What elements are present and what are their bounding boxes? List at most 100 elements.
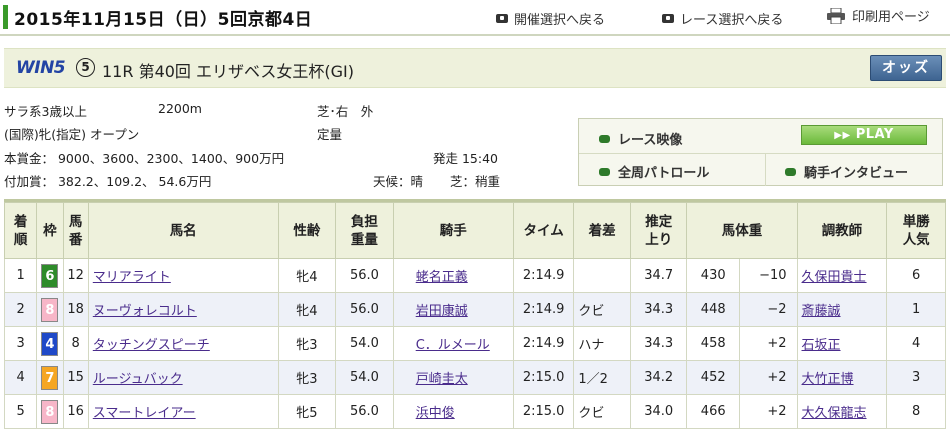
waku-badge: 4 <box>41 331 59 356</box>
cell-rank: 3 <box>3 326 38 361</box>
header-divider <box>0 34 950 36</box>
cell-body-weight: 452 <box>686 360 740 395</box>
jockey-name-link[interactable]: 浜中俊 <box>416 406 455 421</box>
odds-button[interactable]: オッズ <box>870 55 942 81</box>
header-sexage: 性齢 <box>277 202 337 259</box>
header-umaban: 馬番 <box>62 202 89 259</box>
cell-umaban: 12 <box>62 258 89 293</box>
cell-pop: 4 <box>886 326 946 361</box>
arrow-box-icon <box>496 14 508 23</box>
cell-weight: 54.0 <box>335 326 394 361</box>
cell-horse: マリアライト <box>87 258 279 293</box>
cell-waku: 4 <box>36 326 64 361</box>
cell-horse: ルージュバック <box>87 360 279 395</box>
media-panel: レース映像 ▶▶ PLAY 全周パトロール 騎手インタビュー <box>578 118 943 186</box>
table-row: 4 7 15 ルージュバック 牝3 54.0 戸崎圭太 2:15.0 1／2 34.2 452 +2 大… <box>3 360 946 395</box>
race-name: 11R 第40回 エリザベス女王杯(GI) <box>102 62 354 81</box>
waku-badge: 7 <box>41 365 59 390</box>
header-horse: 馬名 <box>87 202 279 259</box>
arrow-box-icon <box>662 14 674 23</box>
cell-umaban: 8 <box>62 326 89 361</box>
win5-leg-badge: 5 <box>76 58 95 77</box>
race-distance: 2200m <box>158 101 202 116</box>
cell-weight: 56.0 <box>335 258 394 293</box>
header-rank: 着順 <box>3 202 38 259</box>
cell-waku: 7 <box>36 360 64 395</box>
header-weight: 負担重量 <box>335 202 394 259</box>
table-row: 1 6 12 マリアライト 牝4 56.0 蛯名正義 2:14.9 34.7 430 −10 久保田貴… <box>3 258 946 293</box>
table-row: 3 4 8 タッチングスピーチ 牝3 54.0 C．ルメール 2:14.9 ハナ 34.3 458 +… <box>3 326 946 361</box>
play-button[interactable]: ▶▶ PLAY <box>801 125 927 145</box>
race-restriction: (国際)牝(指定) オープン <box>4 127 140 142</box>
cell-last3f: 34.2 <box>629 360 688 395</box>
track-condition: 芝：稍重 <box>450 174 501 189</box>
video-icon <box>599 134 610 143</box>
trainer-name-link[interactable]: 大久保龍志 <box>802 406 867 421</box>
header-time: タイム <box>512 202 575 259</box>
cell-time: 2:15.0 <box>512 360 575 395</box>
table-row: 5 8 16 スマートレイアー 牝5 56.0 浜中俊 2:15.0 クビ 34.0 466 +2 大久… <box>3 394 946 429</box>
horse-name-link[interactable]: ルージュバック <box>93 372 183 387</box>
cell-time: 2:15.0 <box>512 394 575 429</box>
cell-jockey: C．ルメール <box>392 326 514 361</box>
jockey-name-link[interactable]: 戸崎圭太 <box>416 372 468 387</box>
cell-trainer: 斎藤誠 <box>796 292 888 327</box>
cell-time: 2:14.9 <box>512 258 575 293</box>
cell-jockey: 浜中俊 <box>392 394 514 429</box>
waku-badge: 8 <box>41 297 59 322</box>
cell-sexage: 牝4 <box>277 258 337 293</box>
cell-waku: 6 <box>36 258 64 293</box>
jockey-interview-label: 騎手インタビュー <box>804 166 909 181</box>
race-video-link[interactable]: レース映像 <box>599 129 682 148</box>
cell-pop: 3 <box>886 360 946 395</box>
cell-time: 2:14.9 <box>512 326 575 361</box>
race-start-time: 発走 15:40 <box>433 151 498 166</box>
trainer-name-link[interactable]: 石坂正 <box>802 338 841 353</box>
cell-horse: ヌーヴォレコルト <box>87 292 279 327</box>
cell-last3f: 34.0 <box>629 394 688 429</box>
cell-body-weight: 458 <box>686 326 740 361</box>
race-class: サラ系3歳以上 <box>4 104 87 119</box>
cell-weight-diff: −2 <box>738 292 798 327</box>
horse-name-link[interactable]: タッチングスピーチ <box>93 338 210 353</box>
cell-trainer: 石坂正 <box>796 326 888 361</box>
cell-body-weight: 430 <box>686 258 740 293</box>
cell-rank: 4 <box>3 360 38 395</box>
header-last3f: 推定上り <box>629 202 688 259</box>
race-course: 芝･右 外 <box>317 104 374 119</box>
cell-body-weight: 466 <box>686 394 740 429</box>
cell-pop: 8 <box>886 394 946 429</box>
results-table: 着順 枠 馬番 馬名 性齢 負担重量 騎手 タイム 着差 推定上り 馬体重 調教… <box>3 202 946 429</box>
cell-body-weight: 448 <box>686 292 740 327</box>
patrol-video-link[interactable]: 全周パトロール <box>599 162 709 181</box>
back-to-meeting-label: 開催選択へ戻る <box>514 13 606 28</box>
jockey-interview-link[interactable]: 騎手インタビュー <box>785 162 908 181</box>
print-page-link[interactable]: 印刷用ページ <box>826 6 930 25</box>
horse-name-link[interactable]: スマートレイアー <box>93 406 196 421</box>
jockey-name-link[interactable]: C．ルメール <box>416 338 490 353</box>
trainer-name-link[interactable]: 大竹正博 <box>802 372 854 387</box>
trainer-name-link[interactable]: 斎藤誠 <box>802 304 841 319</box>
horse-name-link[interactable]: マリアライト <box>93 270 171 285</box>
header-accent-bar <box>3 5 8 29</box>
header-waku: 枠 <box>36 202 64 259</box>
page-header: 2015年11月15日（日）5回京都4日 開催選択へ戻る レース選択へ戻る 印刷… <box>0 0 950 34</box>
horse-name-link[interactable]: ヌーヴォレコルト <box>93 304 197 319</box>
cell-trainer: 大竹正博 <box>796 360 888 395</box>
cell-jockey: 戸崎圭太 <box>392 360 514 395</box>
printer-icon <box>827 7 845 24</box>
win5-logo-text: WIN5 <box>16 58 66 78</box>
cell-umaban: 16 <box>62 394 89 429</box>
print-page-label: 印刷用ページ <box>852 10 930 25</box>
cell-weight-diff: +2 <box>738 394 798 429</box>
cell-margin: クビ <box>573 394 631 429</box>
back-to-race-label: レース選択へ戻る <box>680 13 784 28</box>
trainer-name-link[interactable]: 久保田貴士 <box>802 270 867 285</box>
jockey-name-link[interactable]: 岩田康誠 <box>416 304 468 319</box>
video-icon <box>785 167 796 176</box>
cell-pop: 1 <box>886 292 946 327</box>
back-to-meeting-link[interactable]: 開催選択へ戻る <box>496 9 605 28</box>
jockey-name-link[interactable]: 蛯名正義 <box>416 270 468 285</box>
back-to-race-link[interactable]: レース選択へ戻る <box>662 9 783 28</box>
cell-pop: 6 <box>886 258 946 293</box>
